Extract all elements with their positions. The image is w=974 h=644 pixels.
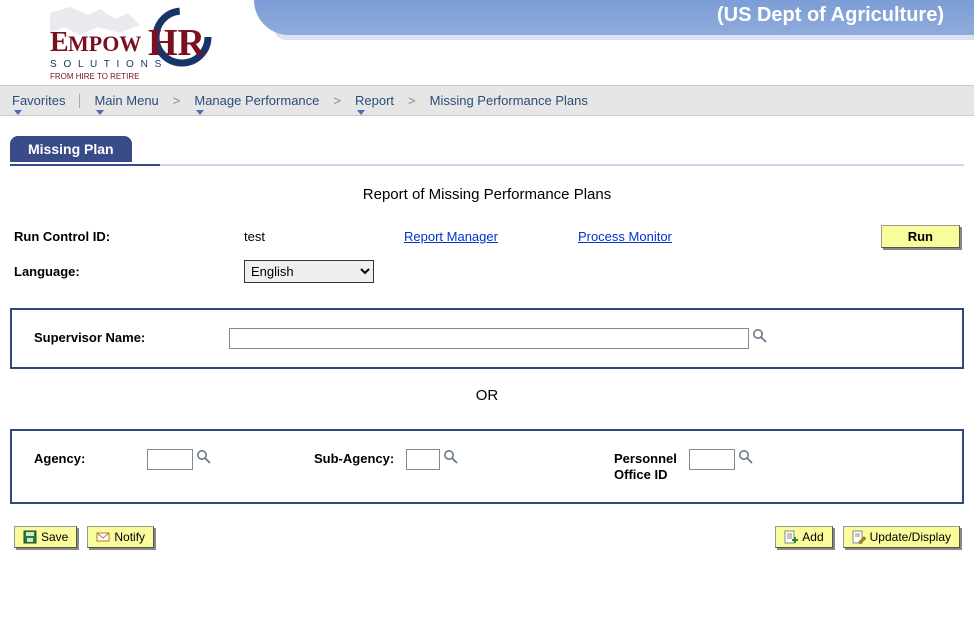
banner-bar: (US Dept of Agriculture) — [254, 0, 974, 35]
tab-strip: Missing Plan — [10, 136, 964, 162]
tab-missing-plan[interactable]: Missing Plan — [10, 136, 132, 162]
logo[interactable]: E MPOW HR S O L U T I O N S FROM HIRE TO… — [20, 5, 230, 80]
tab-underline — [10, 164, 964, 166]
personnel-input[interactable] — [689, 449, 735, 470]
chevron-down-icon — [96, 110, 104, 115]
language-row: Language: English — [10, 260, 964, 283]
nav-report[interactable]: Report — [351, 91, 398, 110]
org-title: (US Dept of Agriculture) — [717, 4, 944, 27]
chevron-down-icon — [196, 110, 204, 115]
agency-label: Agency: — [34, 449, 85, 466]
lookup-icon[interactable] — [443, 449, 459, 465]
personnel-label-line2: Office ID — [614, 467, 667, 482]
action-bar: Save Notify Add Update/Display — [10, 526, 964, 548]
add-button[interactable]: Add — [775, 526, 832, 548]
breadcrumb-separator: > — [408, 93, 416, 108]
personnel-label: Personnel Office ID — [614, 449, 677, 484]
breadcrumb: Favorites Main Menu > Manage Performance… — [0, 85, 974, 116]
chevron-down-icon — [357, 110, 365, 115]
agency-box: Agency: Sub-Agency: Personnel Office ID — [10, 429, 964, 504]
subagency-label: Sub-Agency: — [314, 449, 394, 466]
subagency-group: Sub-Agency: — [314, 449, 614, 470]
report-manager-link[interactable]: Report Manager — [404, 229, 498, 244]
supervisor-box: Supervisor Name: — [10, 308, 964, 369]
save-button-label: Save — [41, 530, 68, 544]
svg-text:HR: HR — [148, 22, 206, 64]
notify-icon — [96, 530, 110, 544]
add-icon — [784, 530, 798, 544]
notify-button[interactable]: Notify — [87, 526, 154, 548]
nav-main-menu[interactable]: Main Menu — [90, 91, 162, 110]
supervisor-row: Supervisor Name: — [34, 328, 940, 349]
update-display-button[interactable]: Update/Display — [843, 526, 960, 548]
language-select[interactable]: English — [244, 260, 374, 283]
nav-manage-performance-label: Manage Performance — [194, 93, 319, 108]
logo-brand-text: E — [50, 27, 69, 58]
main-content: Missing Plan Report of Missing Performan… — [0, 116, 974, 558]
breadcrumb-separator: > — [333, 93, 341, 108]
save-button[interactable]: Save — [14, 526, 77, 548]
run-control-label: Run Control ID: — [14, 229, 244, 244]
or-label: OR — [10, 387, 964, 404]
header-banner: (US Dept of Agriculture) E MPOW HR S O L… — [0, 0, 974, 85]
personnel-label-line1: Personnel — [614, 451, 677, 466]
agency-input[interactable] — [147, 449, 193, 470]
subagency-input[interactable] — [406, 449, 440, 470]
run-control-row: Run Control ID: test Report Manager Proc… — [10, 225, 964, 248]
nav-main-menu-label: Main Menu — [94, 93, 158, 108]
svg-text:S O L U T I O N S: S O L U T I O N S — [50, 59, 163, 70]
svg-text:MPOW: MPOW — [68, 31, 141, 56]
nav-manage-performance[interactable]: Manage Performance — [190, 91, 323, 110]
save-icon — [23, 530, 37, 544]
add-button-label: Add — [802, 530, 823, 544]
agency-row: Agency: Sub-Agency: Personnel Office ID — [34, 449, 940, 484]
lookup-icon[interactable] — [196, 449, 212, 465]
personnel-group: Personnel Office ID — [614, 449, 754, 484]
supervisor-input[interactable] — [229, 328, 749, 349]
svg-text:FROM HIRE TO RETIRE: FROM HIRE TO RETIRE — [50, 72, 140, 81]
nav-report-label: Report — [355, 93, 394, 108]
update-display-button-label: Update/Display — [870, 530, 951, 544]
nav-favorites-label: Favorites — [12, 93, 65, 108]
page-title: Report of Missing Performance Plans — [10, 186, 964, 203]
process-monitor-link[interactable]: Process Monitor — [578, 229, 672, 244]
divider — [79, 94, 80, 108]
update-icon — [852, 530, 866, 544]
lookup-icon[interactable] — [738, 449, 754, 465]
run-control-value: test — [244, 229, 404, 244]
language-label: Language: — [14, 264, 244, 279]
supervisor-label: Supervisor Name: — [34, 328, 229, 345]
breadcrumb-separator: > — [173, 93, 181, 108]
agency-group: Agency: — [34, 449, 314, 470]
nav-favorites[interactable]: Favorites — [8, 91, 69, 110]
lookup-icon[interactable] — [752, 328, 768, 344]
notify-button-label: Notify — [114, 530, 145, 544]
nav-missing-plans[interactable]: Missing Performance Plans — [426, 91, 592, 110]
run-button[interactable]: Run — [881, 225, 960, 248]
chevron-down-icon — [14, 110, 22, 115]
